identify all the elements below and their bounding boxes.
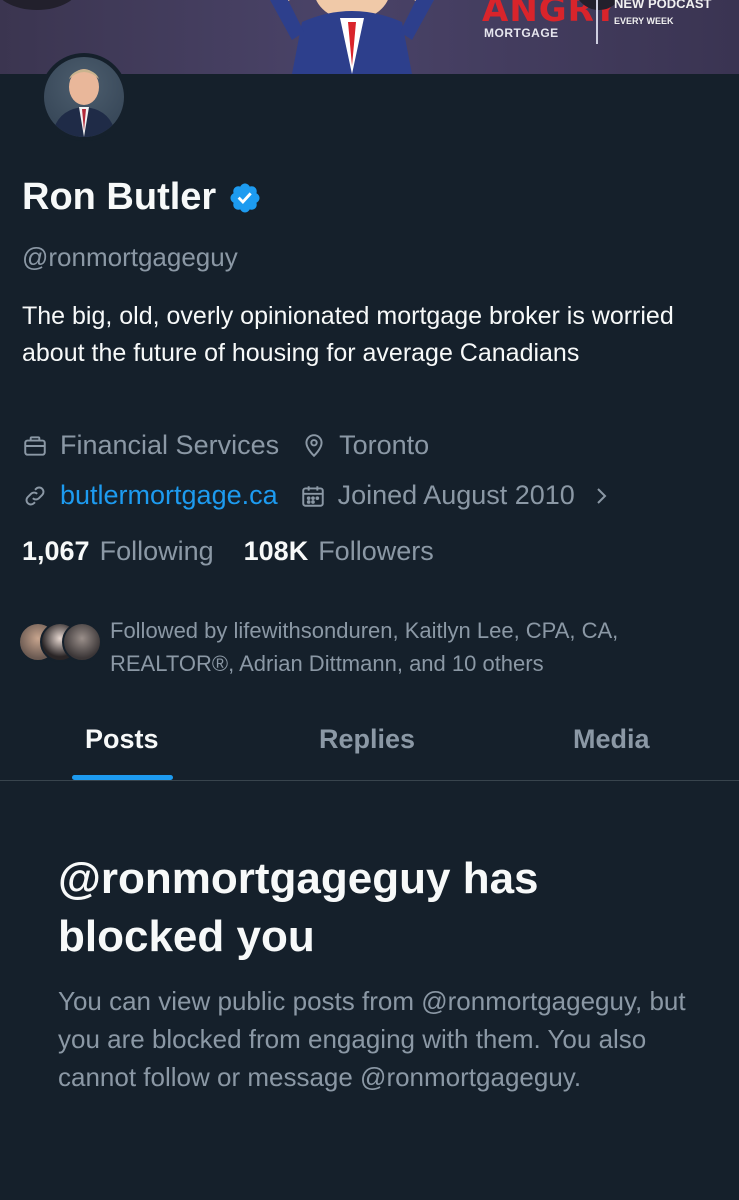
followers-link[interactable]: 108K Followers	[244, 536, 434, 567]
profile-handle: @ronmortgageguy	[22, 242, 238, 272]
following-count: 1,067	[22, 536, 90, 566]
profile-bio: The big, old, overly opinionated mortgag…	[22, 302, 674, 367]
profile-location: Toronto	[339, 430, 430, 460]
profile-tabs: Posts Replies Media	[0, 712, 739, 781]
banner-person-illustration	[270, 0, 434, 74]
profile-website-link[interactable]: butlermortgage.ca	[60, 480, 278, 511]
tab-media[interactable]: Media	[494, 712, 739, 780]
blocked-title: @ronmortgageguy has blocked you	[58, 854, 539, 961]
banner-podcast-line2: EVERY WEEK	[614, 16, 674, 26]
mutual-follower-avatar	[62, 622, 102, 662]
link-icon	[25, 486, 45, 505]
location-pin-icon	[305, 433, 323, 457]
profile-name: Ron Butler	[22, 176, 217, 218]
calendar-icon	[301, 485, 324, 507]
banner-podcast-line1: NEW PODCAST	[614, 0, 712, 11]
tab-posts-label: Posts	[85, 724, 159, 754]
back-button-shape[interactable]	[0, 0, 80, 10]
following-link[interactable]: 1,067 Following	[22, 536, 214, 567]
followed-by-section[interactable]: Followed by lifewithsonduren, Kaitlyn Le…	[18, 614, 710, 680]
followers-label: Followers	[318, 536, 434, 566]
followers-count: 108K	[243, 536, 309, 566]
briefcase-icon	[24, 435, 46, 456]
tab-media-label: Media	[573, 724, 650, 754]
profile-joined-date: Joined August 2010	[337, 480, 575, 510]
blocked-description: You can view public posts from @ronmortg…	[58, 986, 686, 1092]
verified-badge-icon[interactable]	[228, 181, 262, 215]
banner-divider	[596, 0, 598, 44]
banner-brand-subtitle: MORTGAGE	[484, 26, 559, 40]
following-label: Following	[99, 536, 214, 566]
profile-category: Financial Services	[60, 430, 280, 460]
avatar[interactable]	[40, 53, 128, 141]
followers-you-know-avatars	[18, 614, 102, 668]
tab-posts[interactable]: Posts	[0, 712, 246, 780]
avatar-portrait	[52, 69, 116, 137]
active-tab-indicator	[72, 775, 173, 780]
chevron-right-icon[interactable]	[589, 484, 613, 508]
tab-replies-label: Replies	[319, 724, 416, 754]
tab-replies[interactable]: Replies	[246, 712, 494, 780]
followed-by-text: Followed by lifewithsonduren, Kaitlyn Le…	[110, 618, 619, 676]
